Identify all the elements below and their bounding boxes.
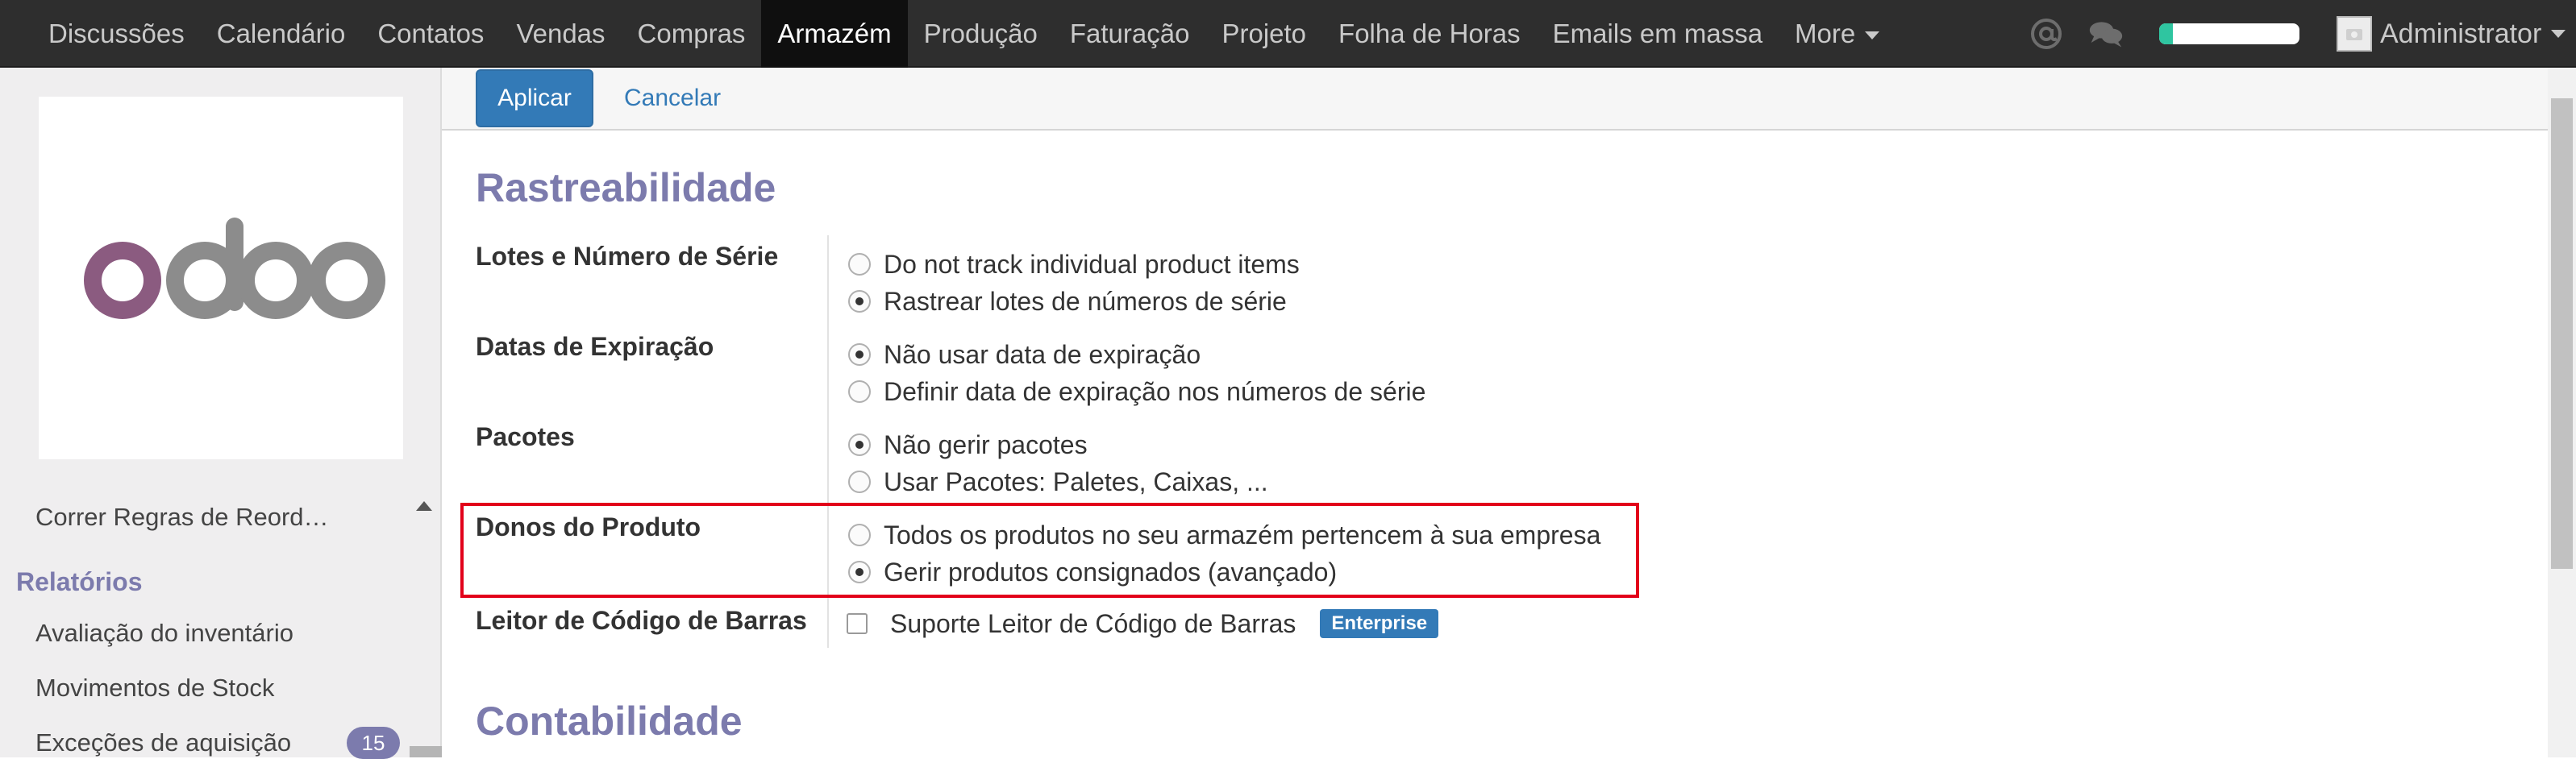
radio-option[interactable]: Rastrear lotes de números de série <box>848 285 1287 317</box>
radio-label: Rastrear lotes de números de série <box>884 286 1287 316</box>
avatar-icon <box>2337 16 2372 52</box>
radio-button[interactable] <box>848 343 871 366</box>
radio-button[interactable] <box>848 380 871 403</box>
radio-button[interactable] <box>848 253 871 276</box>
radio-label: Não usar data de expiração <box>884 339 1201 369</box>
radio-label: Do not track individual product items <box>884 249 1300 279</box>
progress-bar <box>2159 23 2299 44</box>
menu-folha-de-horas[interactable]: Folha de Horas <box>1322 0 1537 68</box>
menu-producao[interactable]: Produção <box>908 0 1054 68</box>
sidebar: Correr Regras de Reord… Relatórios Avali… <box>0 68 442 759</box>
highlight-box <box>460 503 1639 598</box>
field-label-pacotes: Pacotes <box>476 422 575 451</box>
radio-option[interactable]: Definir data de expiração nos números de… <box>848 375 1425 408</box>
menu-more[interactable]: More <box>1779 0 1896 68</box>
caret-down-icon <box>1865 31 1880 40</box>
radio-button[interactable] <box>848 290 871 313</box>
sidebar-item-excecoes-aquisicao[interactable]: Exceções de aquisição <box>35 728 291 757</box>
menu-armazem[interactable]: Armazém <box>761 0 908 68</box>
caret-down-icon <box>2551 30 2566 38</box>
menu-calendario[interactable]: Calendário <box>201 0 362 68</box>
menu-contatos[interactable]: Contatos <box>361 0 500 68</box>
top-navbar: Discussões Calendário Contatos Vendas Co… <box>0 0 2576 68</box>
field-label-leitor-codigo-barras: Leitor de Código de Barras <box>476 606 807 635</box>
page-scrollbar[interactable] <box>2548 68 2576 757</box>
apply-button[interactable]: Aplicar <box>476 69 593 127</box>
barcode-checkbox[interactable] <box>847 613 868 634</box>
radio-label: Usar Pacotes: Paletes, Caixas, ... <box>884 467 1268 496</box>
radio-option[interactable]: Usar Pacotes: Paletes, Caixas, ... <box>848 466 1268 498</box>
cancel-button[interactable]: Cancelar <box>624 69 721 127</box>
barcode-option[interactable]: Suporte Leitor de Código de Barras Enter… <box>847 608 1439 640</box>
field-label-datas-expiracao: Datas de Expiração <box>476 332 714 361</box>
radio-button[interactable] <box>848 433 871 456</box>
scrollbar-thumb[interactable] <box>2551 98 2573 569</box>
sidebar-section-relatorios[interactable]: Relatórios <box>16 567 142 597</box>
settings-form: Rastreabilidade Lotes e Número de Série … <box>442 131 2548 757</box>
section-title-rastreabilidade: Rastreabilidade <box>476 165 776 210</box>
menu-faturacao[interactable]: Faturação <box>1054 0 1206 68</box>
radio-option[interactable]: Não gerir pacotes <box>848 429 1088 461</box>
company-logo <box>39 97 403 459</box>
menu-compras[interactable]: Compras <box>622 0 762 68</box>
at-sign-icon[interactable] <box>2029 16 2064 52</box>
sidebar-scroll-up-icon[interactable] <box>416 501 432 511</box>
radio-option[interactable]: Do not track individual product items <box>848 248 1300 280</box>
menu-emails-em-massa[interactable]: Emails em massa <box>1537 0 1779 68</box>
sidebar-scrollbar[interactable] <box>410 746 442 757</box>
checkbox-label: Suporte Leitor de Código de Barras <box>890 608 1296 638</box>
menu-discussoes[interactable]: Discussões <box>32 0 201 68</box>
menu-projeto[interactable]: Projeto <box>1205 0 1322 68</box>
menu-vendas[interactable]: Vendas <box>500 0 621 68</box>
enterprise-badge[interactable]: Enterprise <box>1320 609 1439 638</box>
user-menu[interactable]: Administrator <box>2337 16 2566 52</box>
count-badge: 15 <box>347 727 400 759</box>
section-title-contabilidade: Contabilidade <box>476 699 743 744</box>
radio-label: Definir data de expiração nos números de… <box>884 376 1426 406</box>
radio-option[interactable]: Não usar data de expiração <box>848 338 1201 371</box>
radio-button[interactable] <box>848 471 871 493</box>
sidebar-item-movimentos-stock[interactable]: Movimentos de Stock <box>35 674 274 703</box>
sidebar-item-avaliacao-inventario[interactable]: Avaliação do inventário <box>35 619 293 648</box>
sidebar-item-correr-regras[interactable]: Correr Regras de Reord… <box>35 503 329 532</box>
user-name: Administrator <box>2380 18 2542 49</box>
field-label-lotes: Lotes e Número de Série <box>476 242 779 271</box>
chat-bubbles-icon[interactable] <box>2088 16 2124 52</box>
control-panel: Aplicar Cancelar <box>442 68 2548 131</box>
radio-label: Não gerir pacotes <box>884 429 1088 459</box>
menu-more-label: More <box>1795 19 1856 48</box>
progress-fill <box>2159 23 2174 44</box>
app-menu: Discussões Calendário Contatos Vendas Co… <box>32 0 1896 68</box>
